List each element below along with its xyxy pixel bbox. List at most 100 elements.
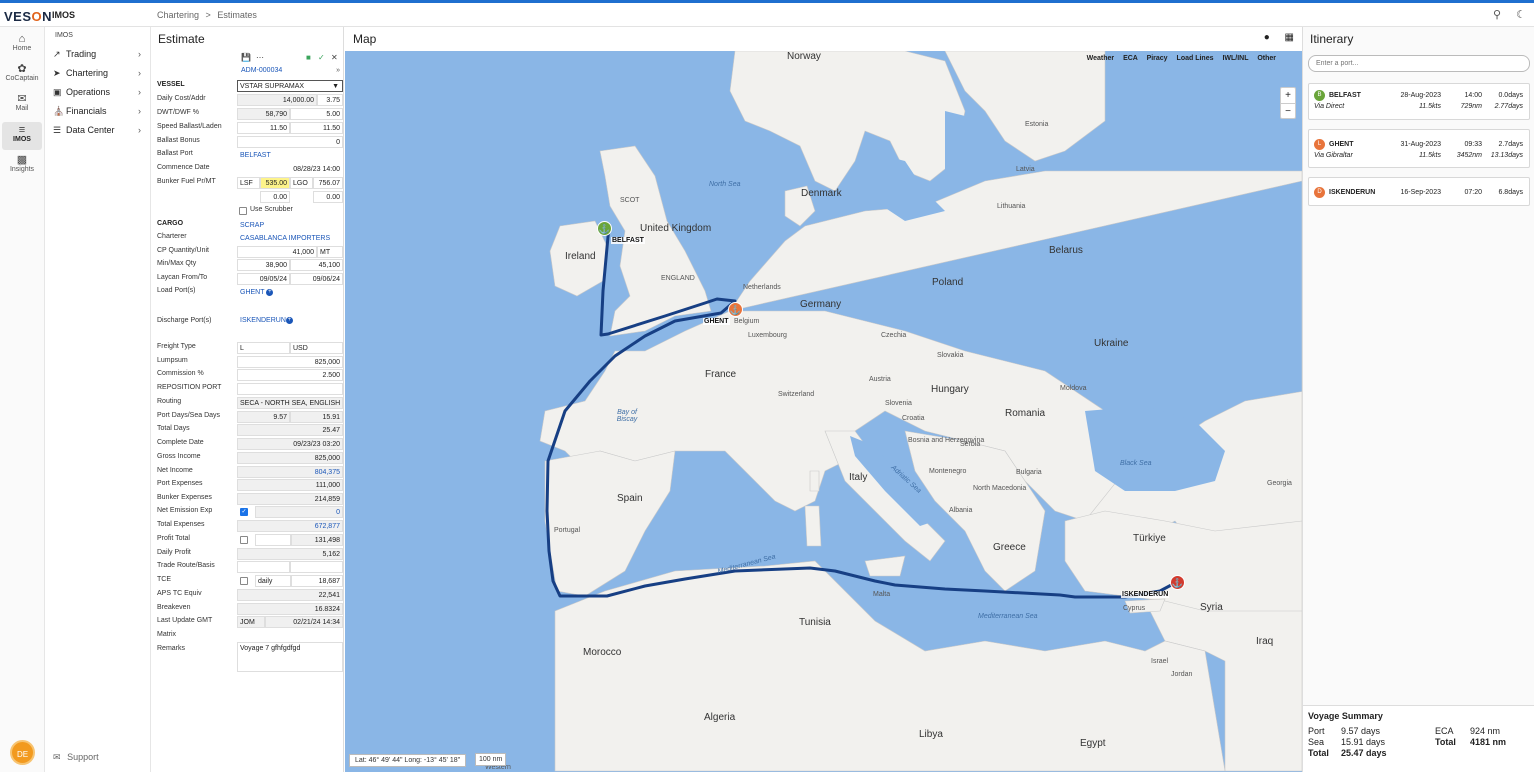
veson-logo[interactable]: VESON (4, 9, 52, 24)
add-icon[interactable]: + (285, 316, 293, 324)
save-icon[interactable]: 💾 (241, 53, 251, 62)
cp-qty-field[interactable]: 41,000 (237, 246, 317, 258)
total-exp-field[interactable]: 672,877 (237, 520, 343, 532)
stop-time: 07:20 (1464, 189, 1482, 196)
cp-unit-field[interactable]: MT (317, 246, 343, 258)
load-port-link[interactable]: GHENT + (237, 286, 343, 298)
trade-route-field[interactable] (237, 561, 290, 573)
rail-imos[interactable]: ≡ IMOS (2, 122, 42, 150)
laycan-to-field[interactable]: 09/06/24 (290, 273, 343, 285)
remarks-textarea[interactable]: Voyage 7 gfhfgdfgd (237, 642, 343, 672)
zoom-in-button[interactable]: + (1281, 88, 1295, 104)
reposition-field[interactable] (237, 383, 343, 395)
theme-toggle-icon[interactable]: ☾ (1516, 9, 1526, 21)
port-days-field: 9.57 (237, 411, 290, 423)
net-income-field[interactable]: 804,375 (237, 466, 343, 478)
add-icon[interactable]: + (266, 288, 274, 296)
check-icon[interactable]: ✓ (318, 53, 325, 62)
net-emission-checkbox[interactable]: ✓ (240, 508, 248, 516)
speed-laden-field[interactable]: 11.50 (290, 122, 343, 134)
estimate-id[interactable]: ADM-000034 » (237, 67, 343, 79)
layer-other[interactable]: Other (1257, 55, 1276, 62)
profit-checkbox[interactable] (240, 536, 248, 544)
tce-field[interactable]: 18,687 (291, 575, 343, 587)
map-label: Türkiye (1133, 533, 1166, 544)
routing-field[interactable]: SECA - NORTH SEA, ENGLISH (237, 397, 343, 409)
more-options-icon[interactable]: ⋯ (256, 53, 264, 62)
lumpsum-field[interactable]: 825,000 (237, 356, 343, 368)
itinerary-stop-ghent[interactable]: L GHENT 31-Aug-2023 09:33 2.7days Via Gi… (1308, 129, 1530, 168)
globe-icon[interactable]: ● (1264, 32, 1270, 43)
discharge-port-pin-icon[interactable]: ⚓ (1170, 575, 1185, 590)
itinerary-stop-iskenderun[interactable]: D ISKENDERUN 16-Sep-2023 07:20 6.8days (1308, 177, 1530, 206)
net-emission-field[interactable]: 0 (255, 506, 343, 518)
map-label: Libya (919, 729, 943, 740)
layer-piracy[interactable]: Piracy (1147, 55, 1168, 62)
nav-item-operations[interactable]: ▣ Operations › (53, 87, 145, 103)
avatar[interactable]: DE (10, 740, 35, 765)
voyage-map[interactable]: Norway Denmark United Kingdom Ireland Ne… (345, 51, 1302, 772)
ballast-port-link[interactable]: BELFAST (237, 149, 343, 161)
estimate-title: Estimate (158, 32, 205, 46)
double-chevron-icon[interactable]: » (336, 67, 340, 74)
freight-currency-field[interactable]: USD (290, 342, 343, 354)
voyage-summary-title: Voyage Summary (1308, 711, 1383, 721)
discharge-port-link[interactable]: ISKENDERUN + (237, 314, 343, 326)
vessel-select[interactable]: VSTAR SUPRAMAX ▼ (237, 80, 343, 92)
min-qty-field[interactable]: 38,900 (237, 259, 290, 271)
trade-basis-field[interactable] (290, 561, 343, 573)
commission-field[interactable]: 2.500 (237, 369, 343, 381)
map-label: Cyprus (1123, 605, 1146, 612)
lsf-price-field[interactable]: 535.00 (260, 177, 290, 189)
aps-field: 22,541 (237, 589, 343, 601)
speed-ballast-field[interactable]: 11.50 (237, 122, 290, 134)
nav-item-financials[interactable]: ⛪ Financials › (53, 106, 145, 122)
ballast-port-pin-icon[interactable]: ⚓ (597, 221, 612, 236)
dwf-field[interactable]: 5.00 (290, 108, 343, 120)
freight-type-field[interactable]: L (237, 342, 290, 354)
rail-insights[interactable]: ▩ Insights (2, 154, 42, 180)
layer-weather[interactable]: Weather (1087, 55, 1115, 62)
zoom-out-button[interactable]: − (1281, 104, 1295, 119)
rail-cocaptain[interactable]: ✿ CoCaptain (2, 63, 42, 89)
layer-load-lines[interactable]: Load Lines (1177, 55, 1214, 62)
daily-addr-field[interactable]: 3.75 (317, 94, 343, 106)
map-label: ENGLAND (661, 275, 695, 282)
tce-basis-field[interactable]: daily (255, 575, 291, 587)
rail-mail[interactable]: ✉ Mail (2, 93, 42, 119)
breadcrumb-estimates[interactable]: Estimates (217, 10, 257, 20)
dwt-field[interactable]: 58,790 (237, 108, 290, 120)
port-search-input[interactable] (1308, 55, 1530, 72)
close-icon[interactable]: ✕ (331, 53, 338, 62)
bunker-a-field[interactable]: 0.00 (260, 191, 290, 203)
charterer-link[interactable]: CASABLANCA IMPORTERS (237, 232, 343, 244)
search-icon[interactable]: ⚲ (1493, 9, 1501, 21)
daily-cost-field[interactable]: 14,000.00 (237, 94, 317, 106)
nav-item-chartering[interactable]: ➤ Chartering › (53, 68, 145, 84)
charterer-label: Charterer (157, 233, 187, 240)
load-port-pin-icon[interactable]: ⚓ (728, 302, 743, 317)
tce-checkbox[interactable] (240, 577, 248, 585)
itinerary-stop-belfast[interactable]: B BELFAST 28-Aug-2023 14:00 0.0days Via … (1308, 83, 1530, 120)
laycan-from-field[interactable]: 09/05/24 (237, 273, 290, 285)
nav-item-data-center[interactable]: ☰ Data Center › (53, 125, 145, 141)
profit-basis-field[interactable] (255, 534, 291, 546)
ballast-bonus-field[interactable]: 0 (237, 136, 343, 148)
nav-item-trading[interactable]: ↗ Trading › (53, 49, 145, 65)
layer-eca[interactable]: ECA (1123, 55, 1138, 62)
max-qty-field[interactable]: 45,100 (290, 259, 343, 271)
estimate-toolbar: 💾 ⋯ ■ ✓ ✕ (239, 52, 344, 65)
layer-iwl-inl[interactable]: IWL/INL (1222, 55, 1248, 62)
bunker-b-field[interactable]: 0.00 (313, 191, 343, 203)
profit-field: 131,498 (291, 534, 343, 546)
lgo-price-field[interactable]: 756.07 (313, 177, 343, 189)
cargo-link[interactable]: SCRAP (237, 219, 343, 231)
commence-field[interactable]: 08/28/23 14:00 (237, 163, 343, 175)
rail-home[interactable]: ⌂ Home (2, 33, 42, 59)
support-link[interactable]: ✉ Support (53, 752, 99, 763)
laycan-label: Laycan From/To (157, 274, 208, 281)
use-scrubber-checkbox[interactable] (239, 207, 247, 215)
financials-icon: ⛪ (53, 106, 65, 116)
grid-icon[interactable]: ▦ (1285, 32, 1294, 43)
breadcrumb-chartering[interactable]: Chartering (157, 10, 199, 20)
